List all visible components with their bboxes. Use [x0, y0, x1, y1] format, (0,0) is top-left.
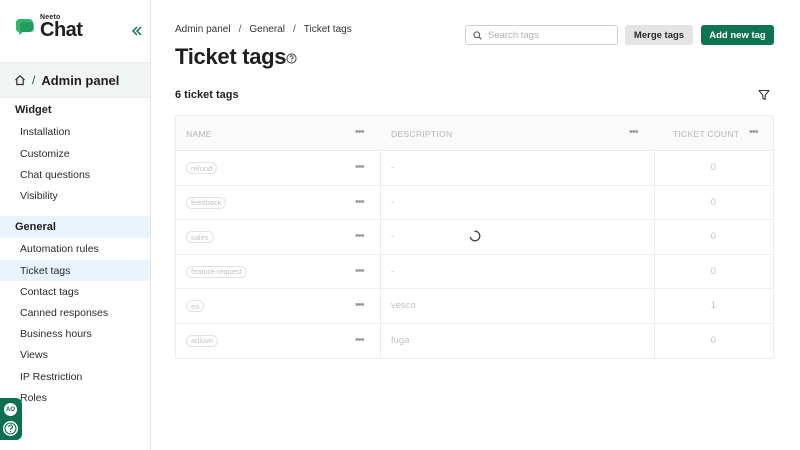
page-title: Ticket tags — [175, 44, 287, 69]
table-row[interactable]: refund ••• - 0 — [176, 151, 773, 186]
tag-description: vesco — [391, 300, 416, 311]
loading-spinner-icon — [469, 230, 481, 242]
sidebar-item-ip-restriction[interactable]: IP Restriction — [0, 366, 150, 387]
tag-name-chip[interactable]: feature-request — [186, 265, 247, 278]
sidebar-item-canned-responses[interactable]: Canned responses — [0, 302, 150, 323]
sidebar-item-automation-rules[interactable]: Automation rules — [0, 238, 150, 259]
tag-name-chip[interactable]: feedback — [186, 196, 227, 209]
sidebar-item-installation[interactable]: Installation — [0, 121, 150, 142]
brand-name: Chat — [40, 19, 83, 41]
tag-description: - — [391, 162, 395, 173]
filter-icon[interactable] — [758, 89, 770, 101]
tag-description: fuga — [391, 334, 410, 346]
column-menu-description[interactable]: ••• — [629, 127, 639, 138]
tag-ticket-count: 1 — [710, 300, 716, 311]
row-actions-menu[interactable]: ••• — [355, 300, 365, 311]
chat-logo-icon — [16, 19, 34, 35]
breadcrumb-general[interactable]: General — [249, 24, 285, 35]
search-box[interactable] — [465, 25, 618, 45]
row-actions-menu[interactable]: ••• — [355, 265, 365, 277]
table-header: NAME ••• DESCRIPTION ••• TICKET COUNT ••… — [176, 116, 773, 151]
row-actions-menu[interactable]: ••• — [355, 162, 365, 173]
column-header-name[interactable]: NAME — [186, 116, 212, 151]
row-actions-menu[interactable]: ••• — [355, 231, 365, 242]
tag-description: - — [391, 196, 395, 208]
tag-ticket-count: 0 — [710, 334, 716, 346]
sidebar: Neeto Chat / Admin panel Widget Installa… — [0, 0, 151, 450]
tag-ticket-count: 0 — [710, 265, 716, 277]
tag-ticket-count: 0 — [710, 162, 716, 173]
breadcrumb-ticket-tags: Ticket tags — [303, 24, 352, 35]
avatar[interactable]: AO — [3, 402, 18, 417]
sidebar-item-customize[interactable]: Customize — [0, 143, 150, 164]
collapse-sidebar-icon[interactable] — [130, 24, 144, 38]
admin-panel-header[interactable]: / Admin panel — [0, 62, 150, 98]
column-header-description[interactable]: DESCRIPTION — [391, 116, 452, 151]
merge-tags-button[interactable]: Merge tags — [625, 25, 693, 45]
tag-ticket-count: 0 — [710, 196, 716, 208]
sidebar-item-chat-questions[interactable]: Chat questions — [0, 164, 150, 185]
tag-name-chip[interactable]: refund — [186, 162, 218, 174]
search-icon — [473, 30, 482, 40]
breadcrumb-sep: / — [292, 24, 296, 35]
home-icon — [15, 74, 25, 86]
tag-name-chip[interactable]: adiuvo — [186, 334, 219, 347]
table-row[interactable]: feature-request ••• - 0 — [176, 255, 773, 289]
table-row[interactable]: feedback ••• - 0 — [176, 186, 773, 220]
sidebar-item-business-hours[interactable]: Business hours — [0, 323, 150, 344]
tag-name-chip[interactable]: sales — [186, 231, 214, 243]
sidebar-item-roles[interactable]: Roles — [0, 387, 150, 408]
tag-description: - — [391, 231, 395, 242]
nav-section-widget[interactable]: Widget — [0, 99, 150, 121]
tag-count-label: 6 ticket tags — [175, 89, 239, 101]
row-actions-menu[interactable]: ••• — [355, 334, 365, 346]
admin-panel-sep: / — [32, 73, 36, 87]
breadcrumb-sep: / — [238, 24, 242, 35]
column-header-ticket-count[interactable]: TICKET COUNT — [673, 116, 739, 151]
table-row[interactable]: ea ••• vesco 1 — [176, 289, 773, 324]
column-menu-ticket-count[interactable]: ••• — [749, 127, 759, 138]
brand[interactable]: Neeto Chat — [16, 14, 83, 41]
nav-section-general[interactable]: General — [0, 216, 150, 238]
table-row[interactable]: adiuvo ••• fuga 0 — [176, 324, 773, 359]
sidebar-item-views[interactable]: Views — [0, 344, 150, 365]
tag-description: - — [391, 265, 395, 277]
row-actions-menu[interactable]: ••• — [355, 196, 365, 208]
sidebar-item-contact-tags[interactable]: Contact tags — [0, 281, 150, 302]
sidebar-item-visibility[interactable]: Visibility — [0, 185, 150, 206]
search-input[interactable] — [488, 29, 608, 41]
admin-panel-title: Admin panel — [41, 72, 120, 88]
breadcrumb-admin-panel[interactable]: Admin panel — [175, 24, 231, 35]
add-new-tag-button[interactable]: Add new tag — [701, 25, 774, 45]
sidebar-item-ticket-tags[interactable]: Ticket tags — [0, 260, 150, 281]
info-help-icon[interactable] — [286, 53, 297, 64]
breadcrumb: Admin panel / General / Ticket tags — [175, 24, 352, 35]
help-icon — [4, 422, 17, 435]
tag-ticket-count: 0 — [710, 231, 716, 242]
tag-name-chip[interactable]: ea — [186, 300, 205, 312]
help-button[interactable] — [3, 421, 18, 436]
column-menu-name[interactable]: ••• — [355, 127, 365, 138]
